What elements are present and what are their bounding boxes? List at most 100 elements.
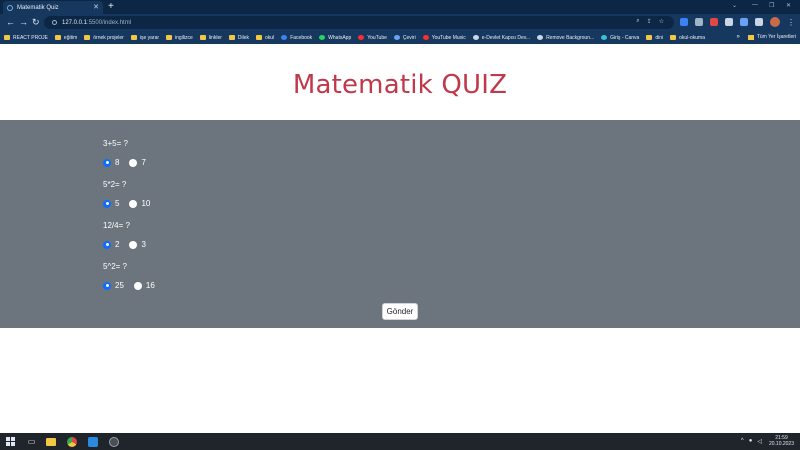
site-info-icon[interactable] xyxy=(52,20,57,25)
folder-icon xyxy=(4,35,10,40)
chevron-up-icon[interactable]: ^ xyxy=(741,438,744,444)
all-bookmarks-label[interactable]: Tüm Yer İşaretleri xyxy=(757,34,796,40)
youtube-music-icon xyxy=(422,35,429,40)
option-label: 5 xyxy=(115,199,120,208)
bookmark-item[interactable]: e-Devlet Kapısı Dev... xyxy=(472,35,530,41)
bookmarks-bar: REACT PROJE eğitim örnek projeler işe yarar… xyxy=(0,31,800,44)
extension-icon[interactable] xyxy=(710,18,718,26)
extensions-area: ⋮ xyxy=(680,17,795,27)
question-block: 5*2= ? 5 10 xyxy=(103,180,160,208)
question-text: 12/4= ? xyxy=(103,221,130,230)
translate-icon xyxy=(393,35,400,40)
bookmark-item[interactable]: Çeviri xyxy=(393,34,416,41)
option-label: 8 xyxy=(115,158,120,167)
bookmark-label: YouTube Music xyxy=(431,34,466,41)
extension-icon[interactable] xyxy=(680,18,688,26)
chrome-icon[interactable] xyxy=(65,435,78,448)
avatar[interactable] xyxy=(770,17,780,27)
bookmark-item[interactable]: WhatsApp xyxy=(319,35,351,41)
start-button[interactable] xyxy=(4,435,17,448)
clock-date: 20.10.2023 xyxy=(768,441,794,447)
radio-button[interactable] xyxy=(103,240,111,249)
question-text: 5^2= ? xyxy=(103,262,127,271)
new-tab-button[interactable]: + xyxy=(108,1,114,13)
zoom-icon[interactable]: ⌕ xyxy=(636,18,639,25)
bookmark-item[interactable]: işe yarar xyxy=(130,35,159,41)
extension-icon[interactable] xyxy=(740,18,748,26)
answer-option[interactable]: 7 xyxy=(129,158,146,167)
answer-option[interactable]: 16 xyxy=(133,281,155,290)
more-bookmarks-button[interactable]: » xyxy=(736,34,739,40)
radio-button[interactable] xyxy=(129,158,138,167)
bookmark-item[interactable]: Facebook xyxy=(281,35,312,41)
answer-options: 87 xyxy=(103,158,156,167)
close-tab-icon[interactable]: ✕ xyxy=(93,4,99,11)
radio-button[interactable] xyxy=(103,158,111,167)
bookmark-item[interactable]: ingilizce xyxy=(166,35,193,41)
page-favicon-icon xyxy=(7,4,13,11)
tab-search-icon[interactable]: ⌄ xyxy=(732,2,737,9)
bookmark-item[interactable]: REACT PROJE xyxy=(4,35,48,41)
browser-toolbar: ← → ↻ 127.0.0.1:5500/index.html ⌕ ⇪ ☆ ⋮ xyxy=(0,14,800,31)
address-bar[interactable]: 127.0.0.1:5500/index.html ⌕ ⇪ ☆ xyxy=(44,16,674,29)
submit-button[interactable]: Gönder xyxy=(382,303,418,320)
maximize-button[interactable]: ❐ xyxy=(769,2,774,9)
answer-option[interactable]: 25 xyxy=(103,281,124,290)
minimize-button[interactable]: — xyxy=(752,2,758,8)
clock[interactable]: 21:59 20.10.2023 xyxy=(769,435,794,447)
bookmarks-right: » Tüm Yer İşaretleri xyxy=(736,34,796,40)
folder-icon xyxy=(54,35,61,40)
bookmark-item[interactable]: Giriş - Canva xyxy=(601,35,639,41)
share-icon[interactable]: ⇪ xyxy=(647,18,652,25)
bookmark-item[interactable]: dini xyxy=(646,35,663,41)
bookmark-item[interactable]: Remove Backgroun... xyxy=(537,35,594,41)
tab-title: Matematik Quiz xyxy=(17,4,59,11)
back-button[interactable]: ← xyxy=(6,17,15,27)
bookmark-label: eğitim xyxy=(63,34,78,41)
bookmark-item[interactable]: Dilek xyxy=(228,34,250,41)
bookmark-item[interactable]: okul xyxy=(256,35,274,41)
close-window-button[interactable]: ✕ xyxy=(786,2,791,9)
reload-button[interactable]: ↻ xyxy=(32,17,40,27)
puzzle-icon[interactable] xyxy=(725,18,733,26)
bookmark-item[interactable]: örnek projeler xyxy=(84,35,124,41)
folder-icon xyxy=(228,35,235,40)
radio-button[interactable] xyxy=(129,199,138,208)
radio-button[interactable] xyxy=(129,240,138,249)
extension-icon[interactable] xyxy=(695,18,703,26)
radio-button[interactable] xyxy=(103,281,111,290)
bookmark-label: Dilek xyxy=(237,34,250,41)
vscode-icon[interactable] xyxy=(86,435,99,448)
browser-tab[interactable]: Matematik Quiz ✕ xyxy=(3,1,103,14)
answer-option[interactable]: 10 xyxy=(129,199,150,208)
folder-icon xyxy=(646,35,653,40)
tab-strip: Matematik Quiz ✕ + ⌄ — ❐ ✕ xyxy=(0,0,800,14)
page-header: Matematik QUIZ xyxy=(0,44,800,120)
bookmark-label: Remove Backgroun... xyxy=(546,34,595,41)
answer-option[interactable]: 3 xyxy=(129,240,146,249)
edevlet-icon xyxy=(472,35,479,40)
answer-option[interactable]: 2 xyxy=(103,240,119,249)
bookmark-item[interactable]: YouTube Music xyxy=(422,34,466,41)
option-label: 10 xyxy=(141,199,151,208)
file-explorer-icon[interactable] xyxy=(44,435,57,448)
bookmark-star-icon[interactable]: ☆ xyxy=(659,18,664,25)
answer-option[interactable]: 8 xyxy=(103,158,119,167)
app-icon[interactable] xyxy=(107,435,120,448)
sidebar-icon[interactable] xyxy=(755,18,763,26)
task-view-icon[interactable]: ▭ xyxy=(25,435,38,448)
speaker-icon[interactable]: ◁ xyxy=(757,438,762,445)
radio-button[interactable] xyxy=(133,281,142,290)
microphone-icon[interactable]: ● xyxy=(749,438,753,444)
bookmark-item[interactable]: eğitim xyxy=(54,34,78,41)
menu-icon[interactable]: ⋮ xyxy=(787,18,795,27)
bookmark-label: Çeviri xyxy=(402,34,416,41)
bookmark-item[interactable]: okul-okuma xyxy=(670,35,705,41)
answer-option[interactable]: 5 xyxy=(103,199,119,208)
bookmark-label: okul xyxy=(265,34,275,41)
forward-button[interactable]: → xyxy=(19,17,28,27)
radio-button[interactable] xyxy=(103,199,111,208)
bookmark-item[interactable]: linkler xyxy=(199,35,222,41)
bookmark-item[interactable]: YouTube xyxy=(358,35,387,41)
page-content: Matematik QUIZ Gönder 3+5= ? 8 7 5*2= ? 5 10 1… xyxy=(0,44,800,433)
